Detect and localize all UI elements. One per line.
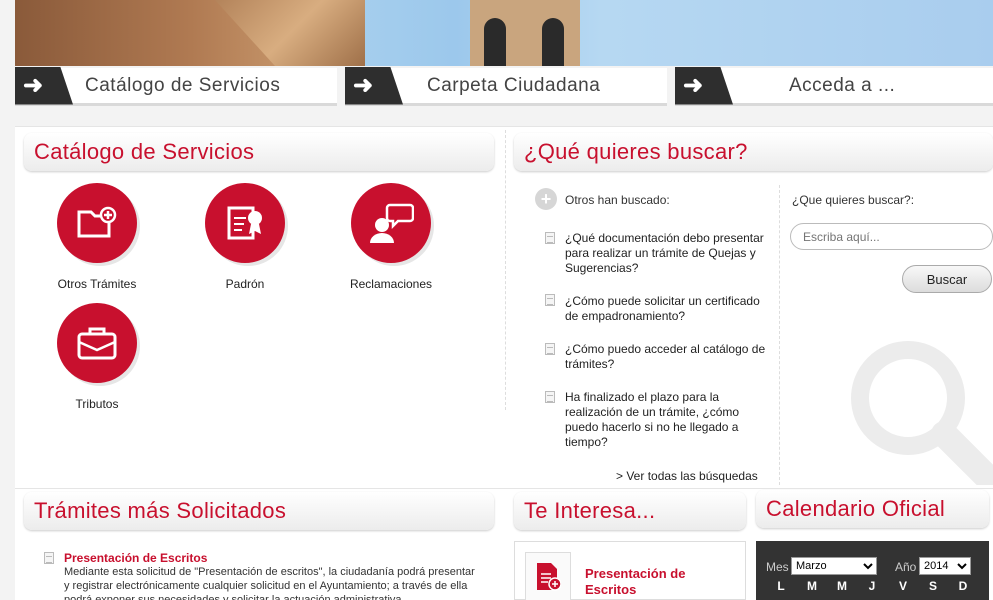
service-tributos[interactable]: Tributos — [37, 303, 157, 411]
briefcase-icon — [57, 303, 137, 383]
document-icon — [44, 552, 54, 564]
nav-tab-label: Acceda a ... — [789, 74, 896, 96]
search-suggestion[interactable]: ¿Qué documentación debo presentar para r… — [565, 231, 770, 276]
magnifier-watermark-icon — [851, 341, 993, 485]
document-icon — [545, 232, 555, 244]
document-icon — [545, 294, 555, 306]
arrow-right-icon: ➜ — [345, 66, 403, 105]
day-name: M — [837, 579, 847, 593]
search-input[interactable] — [790, 223, 993, 250]
calendar-header: Calendario Oficial — [756, 490, 989, 528]
service-label: Otros Trámites — [57, 277, 137, 291]
hero-stone-arch — [215, 0, 365, 66]
interesa-link[interactable]: Presentación de Escritos — [585, 566, 725, 598]
see-all-searches-link[interactable]: > Ver todas las búsquedas — [616, 469, 758, 483]
search-suggestion[interactable]: Ha finalizado el plazo para la realizaci… — [565, 390, 770, 450]
month-select[interactable]: Marzo — [791, 557, 877, 575]
service-padron[interactable]: Padrón — [185, 183, 305, 291]
certificate-icon — [205, 183, 285, 263]
month-label: Mes — [766, 560, 789, 574]
others-searched-label: Otros han buscado: — [565, 193, 670, 207]
arrow-right-icon: ➜ — [675, 66, 733, 105]
divider — [505, 130, 506, 410]
year-label: Año — [895, 560, 917, 574]
catalog-header: Catálogo de Servicios — [24, 133, 494, 171]
nav-tab-label: Catálogo de Servicios — [85, 74, 281, 96]
search-suggestion[interactable]: ¿Cómo puede solicitar un certificado de … — [565, 294, 770, 324]
day-name: S — [928, 579, 937, 593]
nav-tab-catalogo[interactable]: ➜ Catálogo de Servicios — [15, 66, 337, 106]
service-label: Tributos — [75, 397, 119, 411]
search-title: ¿Qué quieres buscar? — [524, 139, 748, 164]
folder-plus-icon — [57, 183, 137, 263]
day-name: V — [898, 579, 907, 593]
interesa-title: Te Interesa... — [524, 498, 656, 523]
tramite-link[interactable]: Presentación de Escritos — [64, 551, 207, 565]
nav-tab-carpeta[interactable]: ➜ Carpeta Ciudadana — [345, 66, 667, 106]
tramites-header: Trámites más Solicitados — [24, 492, 494, 530]
tramites-title: Trámites más Solicitados — [34, 498, 287, 523]
interesa-card[interactable]: Presentación de Escritos — [514, 541, 746, 600]
day-name: M — [807, 579, 817, 593]
calendar-title: Calendario Oficial — [766, 496, 946, 521]
document-plus-icon — [525, 552, 571, 600]
day-name: D — [958, 579, 968, 593]
tramite-description: Mediante esta solicitud de "Presentación… — [64, 566, 475, 600]
divider — [779, 185, 780, 485]
interesa-header: Te Interesa... — [514, 492, 746, 530]
search-suggestion[interactable]: ¿Cómo puedo acceder al catálogo de trámi… — [565, 342, 770, 372]
tower-window — [542, 18, 564, 66]
hero-banner — [15, 0, 993, 66]
nav-tab-label: Carpeta Ciudadana — [427, 74, 601, 96]
main-panel — [15, 126, 993, 488]
hero-tower — [470, 0, 580, 66]
catalog-title: Catálogo de Servicios — [34, 139, 255, 164]
search-header: ¿Qué quieres buscar? — [514, 133, 993, 171]
nav-tab-acceda[interactable]: ➜ Acceda a ... — [675, 66, 993, 106]
main-nav: ➜ Catálogo de Servicios ➜ Carpeta Ciudad… — [15, 66, 993, 108]
speech-person-icon — [351, 183, 431, 263]
document-icon — [545, 391, 555, 403]
document-icon — [545, 343, 555, 355]
service-label: Reclamaciones — [349, 277, 433, 291]
search-field-label: ¿Que quieres buscar?: — [792, 193, 915, 207]
calendar-widget: Mes Marzo Año 2014 L M M J V S D — [756, 541, 989, 600]
tower-window — [484, 18, 506, 66]
arrow-right-icon: ➜ — [15, 66, 73, 105]
service-reclamaciones[interactable]: Reclamaciones — [331, 183, 451, 291]
year-select[interactable]: 2014 — [919, 557, 971, 575]
day-name: L — [777, 579, 785, 593]
service-label: Padrón — [225, 277, 265, 291]
service-otros-tramites[interactable]: Otros Trámites — [37, 183, 157, 291]
plus-circle-icon: + — [535, 188, 557, 210]
day-name: J — [868, 579, 876, 593]
search-button[interactable]: Buscar — [902, 265, 992, 293]
